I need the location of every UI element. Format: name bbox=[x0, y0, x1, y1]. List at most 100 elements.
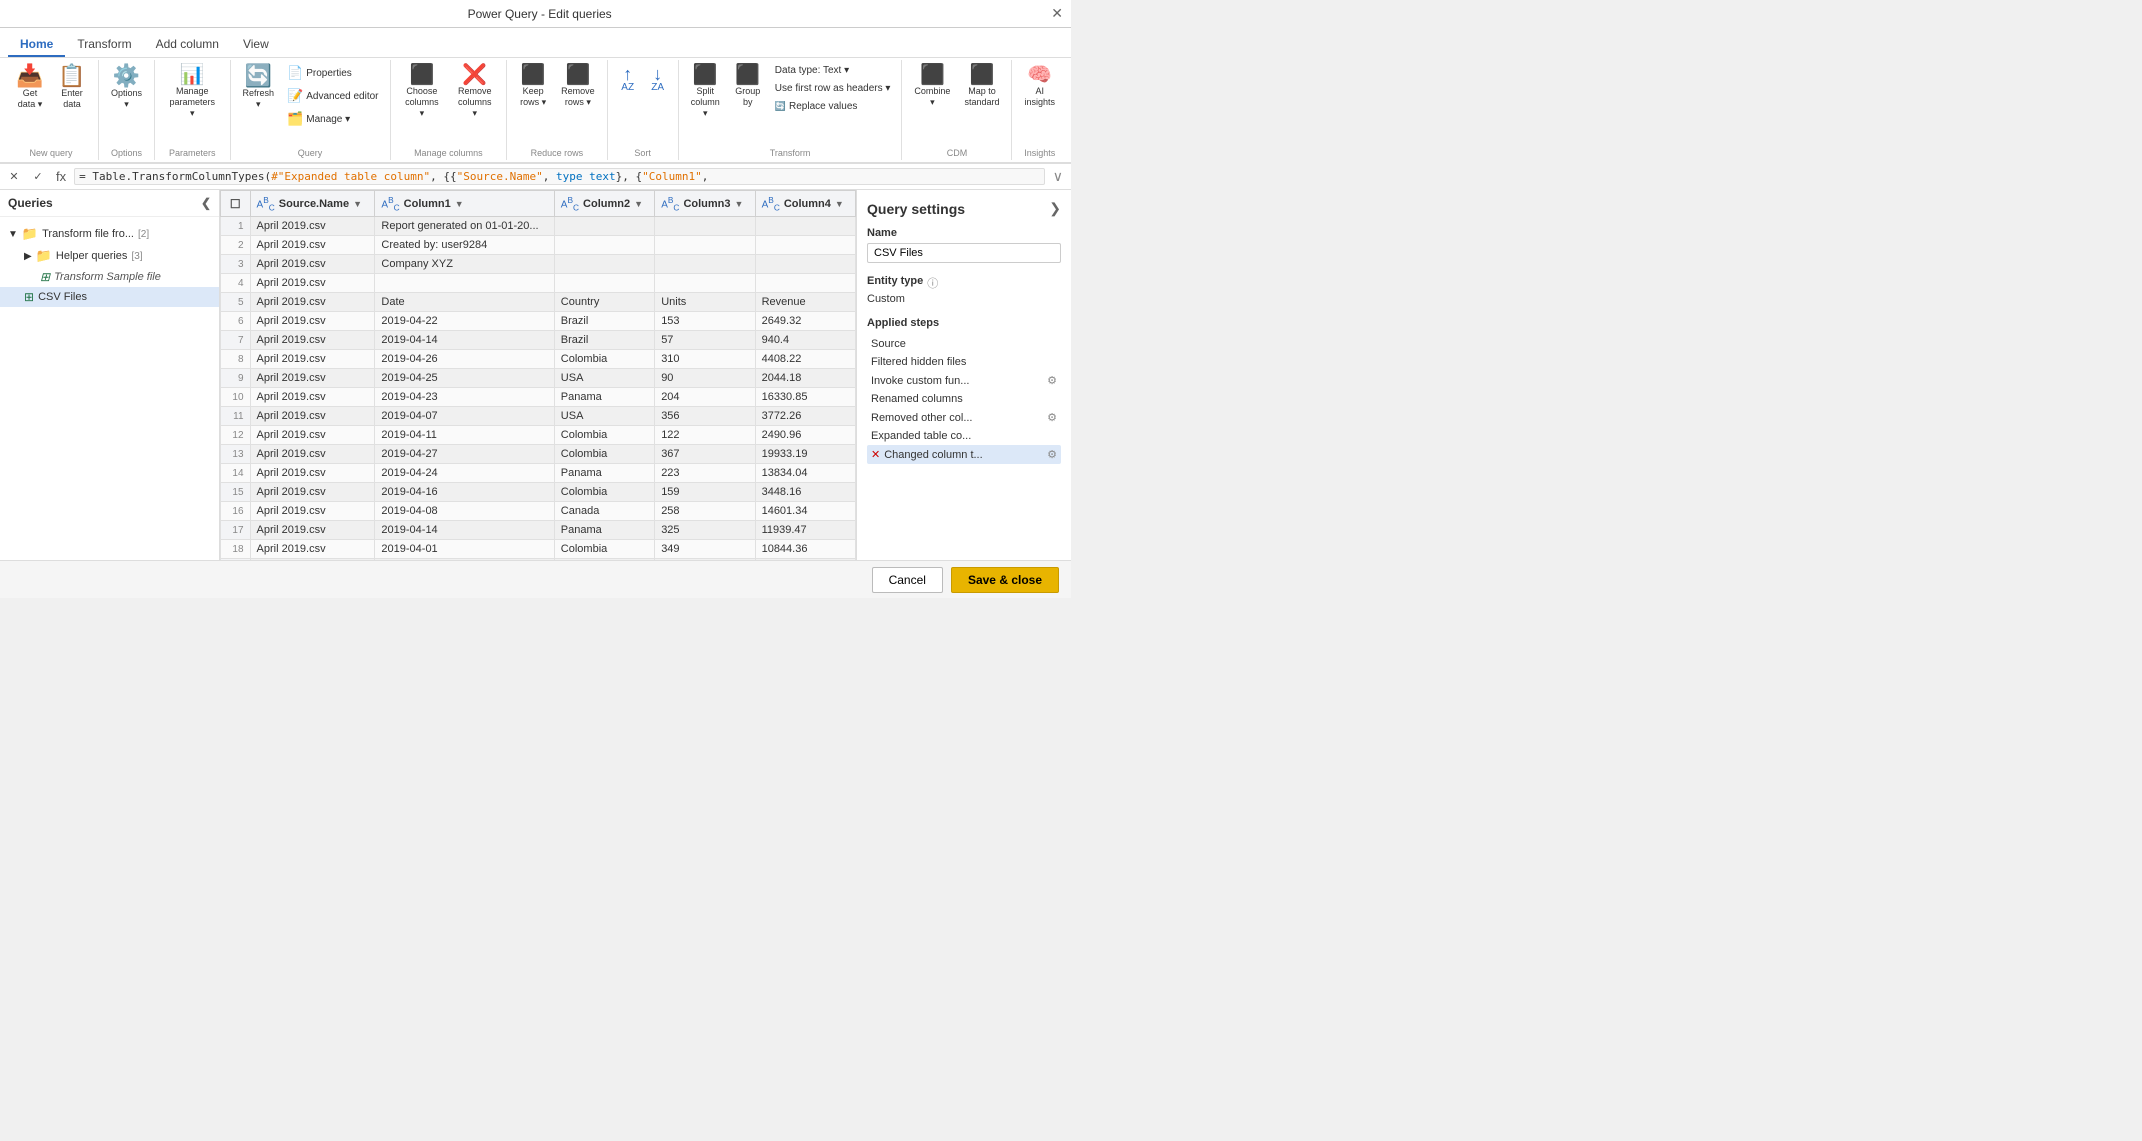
step-item-invoke-custom[interactable]: Invoke custom fun... ⚙ bbox=[867, 371, 1061, 390]
col1-cell: Date bbox=[375, 293, 554, 312]
enter-data-button[interactable]: 📋 Enterdata bbox=[52, 62, 92, 113]
col3-cell: 325 bbox=[655, 521, 755, 540]
info-icon[interactable]: ⓘ bbox=[927, 275, 938, 291]
step-item-removed-other-col[interactable]: Removed other col... ⚙ bbox=[867, 408, 1061, 427]
col3-filter-button[interactable]: ▼ bbox=[735, 199, 744, 209]
source-name-filter-button[interactable]: ▼ bbox=[353, 199, 362, 209]
table-row: 12 April 2019.csv 2019-04-11 Colombia 12… bbox=[221, 426, 856, 445]
select-all-checkbox[interactable]: ☐ bbox=[230, 197, 241, 211]
combine-button[interactable]: ⬛ Combine▾ bbox=[908, 62, 956, 111]
tab-addcolumn[interactable]: Add column bbox=[144, 33, 231, 57]
tab-home[interactable]: Home bbox=[8, 33, 65, 57]
keep-rows-button[interactable]: ⬛ Keeprows ▾ bbox=[513, 62, 553, 111]
remove-rows-button[interactable]: ⬛ Removerows ▾ bbox=[555, 62, 601, 111]
col1-cell: Company XYZ bbox=[375, 255, 554, 274]
source-name-cell: April 2019.csv bbox=[250, 464, 375, 483]
properties-button[interactable]: 📄 Properties bbox=[282, 62, 383, 84]
step-gear-button[interactable]: ⚙ bbox=[1047, 448, 1057, 461]
col1-cell: 2019-04-26 bbox=[375, 350, 554, 369]
cdm-group-label: CDM bbox=[902, 148, 1011, 158]
options-button[interactable]: ⚙️ Options▾ bbox=[105, 62, 148, 113]
options-group-label: Options bbox=[99, 148, 154, 158]
csv-files-label: CSV Files bbox=[38, 291, 87, 303]
transform-sample-item[interactable]: ⊞ Transform Sample file bbox=[16, 267, 219, 287]
query-group-transform-header[interactable]: ▼ 📁 Transform file fro... [2] bbox=[0, 223, 219, 245]
get-data-label: Getdata ▾ bbox=[18, 88, 43, 110]
col3-cell: 310 bbox=[655, 350, 755, 369]
keep-rows-icon: ⬛ bbox=[521, 65, 546, 85]
properties-label: Properties bbox=[306, 68, 352, 79]
step-gear-button[interactable]: ⚙ bbox=[1047, 374, 1057, 387]
row-num-cell: 3 bbox=[221, 255, 251, 274]
col1-type-icon: ABC bbox=[381, 195, 399, 212]
col2-label: Column2 bbox=[583, 198, 630, 210]
col4-cell bbox=[755, 217, 855, 236]
table-row: 10 April 2019.csv 2019-04-23 Panama 204 … bbox=[221, 388, 856, 407]
tab-view[interactable]: View bbox=[231, 33, 281, 57]
ai-insights-button[interactable]: 🧠 AIinsights bbox=[1018, 62, 1061, 111]
close-button[interactable]: ✕ bbox=[1051, 5, 1063, 22]
save-close-button[interactable]: Save & close bbox=[951, 567, 1059, 593]
advanced-editor-button[interactable]: 📝 Advanced editor bbox=[282, 85, 383, 107]
formula-expand-button[interactable]: ∨ bbox=[1049, 168, 1067, 185]
steps-list: Source Filtered hidden files Invoke cust… bbox=[867, 335, 1061, 464]
get-data-button[interactable]: 📥 Getdata ▾ bbox=[10, 62, 50, 113]
step-x-button[interactable]: ✕ bbox=[871, 448, 880, 461]
formula-cancel-button[interactable]: ✕ bbox=[4, 167, 24, 187]
replace-values-button[interactable]: 🔄 Replace values bbox=[770, 98, 896, 115]
col3-cell bbox=[655, 217, 755, 236]
csv-files-item[interactable]: ⊞ CSV Files bbox=[0, 287, 219, 307]
col2-filter-button[interactable]: ▼ bbox=[634, 199, 643, 209]
col2-cell: Colombia bbox=[554, 426, 654, 445]
col4-filter-button[interactable]: ▼ bbox=[835, 199, 844, 209]
queries-panel: Queries ❮ ▼ 📁 Transform file fro... [2] … bbox=[0, 190, 220, 560]
use-first-row-button[interactable]: Use first row as headers ▾ bbox=[770, 80, 896, 97]
step-item-changed-col-types[interactable]: ✕ Changed column t... ⚙ bbox=[867, 445, 1061, 464]
sort-desc-button[interactable]: ↓ ZA bbox=[644, 62, 672, 96]
step-item-expanded-table-co[interactable]: Expanded table co... bbox=[867, 427, 1061, 445]
remove-columns-button[interactable]: ❌ Removecolumns ▾ bbox=[449, 62, 500, 121]
map-to-standard-button[interactable]: ⬛ Map tostandard bbox=[958, 62, 1005, 111]
remove-columns-label: Removecolumns ▾ bbox=[455, 86, 494, 118]
split-column-button[interactable]: ⬛ Splitcolumn ▾ bbox=[685, 62, 726, 121]
formula-confirm-button[interactable]: ✓ bbox=[28, 167, 48, 187]
col2-cell: Colombia bbox=[554, 483, 654, 502]
row-num-cell: 9 bbox=[221, 369, 251, 388]
col3-cell bbox=[655, 236, 755, 255]
step-item-renamed-cols[interactable]: Renamed columns bbox=[867, 390, 1061, 408]
tab-transform[interactable]: Transform bbox=[65, 33, 143, 57]
helper-queries-header[interactable]: ▶ 📁 Helper queries [3] bbox=[16, 245, 219, 267]
manage-button[interactable]: 🗂️ Manage ▾ bbox=[282, 108, 383, 130]
refresh-button[interactable]: 🔄 Refresh▾ bbox=[237, 62, 281, 113]
step-item-filtered-hidden[interactable]: Filtered hidden files bbox=[867, 353, 1061, 371]
entity-type-label: Entity type bbox=[867, 275, 923, 287]
data-type-button[interactable]: Data type: Text ▾ bbox=[770, 62, 896, 79]
cancel-button[interactable]: Cancel bbox=[872, 567, 943, 593]
manage-params-button[interactable]: 📊 Manageparameters ▾ bbox=[161, 62, 224, 121]
source-name-cell: April 2019.csv bbox=[250, 540, 375, 559]
group-by-icon: ⬛ bbox=[735, 65, 760, 85]
name-input[interactable] bbox=[867, 243, 1061, 263]
sort-asc-button[interactable]: ↑ AZ bbox=[614, 62, 642, 96]
table-row: 14 April 2019.csv 2019-04-24 Panama 223 … bbox=[221, 464, 856, 483]
data-grid-wrapper[interactable]: ☐ ABC Source.Name ▼ ABC bbox=[220, 190, 856, 560]
choose-columns-button[interactable]: ⬛ Choosecolumns ▾ bbox=[397, 62, 448, 121]
col3-cell: 258 bbox=[655, 502, 755, 521]
step-gear-button[interactable]: ⚙ bbox=[1047, 411, 1057, 424]
formula-bar: ✕ ✓ fx = Table.TransformColumnTypes(#"Ex… bbox=[0, 164, 1071, 190]
col2-cell: Panama bbox=[554, 388, 654, 407]
col2-cell bbox=[554, 236, 654, 255]
col2-cell: Panama bbox=[554, 559, 654, 560]
query-settings-expand-button[interactable]: ❯ bbox=[1049, 200, 1061, 217]
queries-collapse-button[interactable]: ❮ bbox=[201, 196, 211, 210]
col1-cell: 2019-04-08 bbox=[375, 502, 554, 521]
group-by-button[interactable]: ⬛ Groupby bbox=[728, 62, 768, 111]
col1-filter-button[interactable]: ▼ bbox=[455, 199, 464, 209]
row-num-cell: 1 bbox=[221, 217, 251, 236]
table-row: 11 April 2019.csv 2019-04-07 USA 356 377… bbox=[221, 407, 856, 426]
split-column-label: Splitcolumn ▾ bbox=[691, 86, 720, 118]
step-item-source[interactable]: Source bbox=[867, 335, 1061, 353]
col2-cell bbox=[554, 255, 654, 274]
col4-cell: 11939.47 bbox=[755, 521, 855, 540]
col2-cell bbox=[554, 217, 654, 236]
